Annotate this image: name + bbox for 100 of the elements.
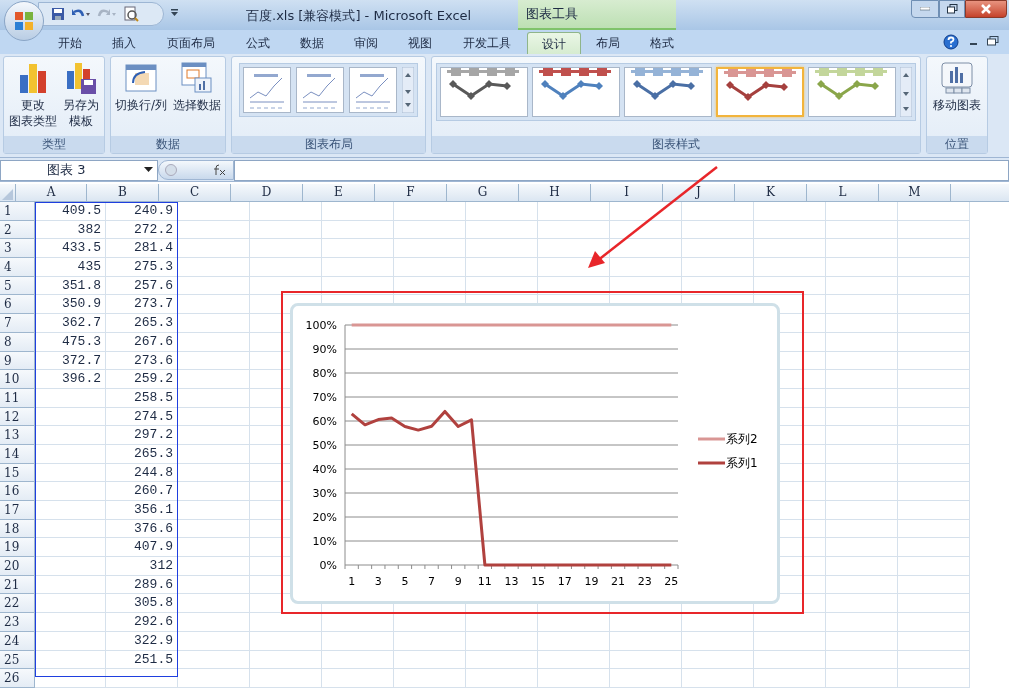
- ribbon-button[interactable]: 移动图表: [932, 59, 982, 113]
- group-label: 图表样式: [432, 136, 920, 153]
- table-cell: [466, 613, 538, 632]
- table-cell: 273.6: [106, 351, 178, 371]
- column-header[interactable]: F: [375, 184, 447, 201]
- y-axis-label: 60%: [312, 415, 337, 428]
- ribbon-tab[interactable]: 公式: [231, 32, 285, 54]
- table-cell: [826, 631, 898, 651]
- table-cell: [610, 258, 682, 277]
- row-header[interactable]: 20: [0, 557, 35, 576]
- ribbon-button[interactable]: 更改 图表类型: [8, 59, 58, 129]
- table-cell: [898, 426, 970, 445]
- table-cell: [754, 650, 826, 670]
- table-cell: [826, 501, 898, 520]
- close-button[interactable]: [965, 0, 1007, 18]
- chart-style-thumbnail[interactable]: [532, 67, 620, 117]
- table-cell: [35, 388, 106, 408]
- table-cell: [35, 519, 106, 539]
- chart-layout-thumbnail[interactable]: [296, 67, 344, 113]
- help-icon[interactable]: [943, 34, 959, 50]
- column-header[interactable]: H: [519, 184, 591, 201]
- table-cell: 272.2: [106, 220, 178, 240]
- legend-bar-drawing: [447, 68, 519, 76]
- column-header[interactable]: M: [879, 184, 951, 201]
- table-cell: [35, 557, 106, 576]
- row-header[interactable]: 1: [0, 202, 35, 221]
- column-header[interactable]: K: [735, 184, 807, 201]
- gallery-scroll[interactable]: [402, 67, 414, 113]
- row-header[interactable]: 17: [0, 501, 35, 520]
- row-header[interactable]: 23: [0, 613, 35, 632]
- chart-area[interactable]: 0% 10% 20% 30% 40% 50% 60% 70% 80% 90% 100% 1 3 5 7 9 11 13 15 17 19 21 23 25 系列2 系列1: [290, 303, 780, 604]
- ribbon-button[interactable]: 另存为 模板: [62, 59, 100, 129]
- table-cell: 267.6: [106, 332, 178, 352]
- restore-window-icon[interactable]: [987, 36, 999, 46]
- ribbon-button[interactable]: 切换行/列: [113, 59, 168, 113]
- column-header[interactable]: G: [447, 184, 519, 201]
- column-header[interactable]: B: [87, 184, 159, 201]
- chart-style-thumbnail[interactable]: [440, 67, 528, 117]
- column-header[interactable]: L: [807, 184, 879, 201]
- gallery-scroll[interactable]: [900, 67, 912, 117]
- print-preview-icon[interactable]: [123, 6, 139, 22]
- table-cell: [898, 557, 970, 576]
- table-cell: 265.3: [106, 314, 178, 333]
- ribbon-tab[interactable]: 开发工具: [447, 32, 527, 54]
- table-cell: [826, 463, 898, 483]
- legend-bar-drawing: [815, 68, 887, 76]
- column-header[interactable]: D: [231, 184, 303, 201]
- column-header[interactable]: I: [591, 184, 663, 201]
- ribbon-button[interactable]: 选择数据: [172, 59, 222, 113]
- table-cell: [826, 258, 898, 277]
- chart-layout-thumbnail[interactable]: [349, 67, 397, 113]
- table-cell: 475.3: [35, 332, 106, 352]
- chart-layout-thumbnail[interactable]: [243, 67, 291, 113]
- table-cell: [538, 613, 610, 632]
- column-header[interactable]: E: [303, 184, 375, 201]
- ribbon-tab[interactable]: 页面布局: [151, 32, 231, 54]
- row-header[interactable]: 16: [0, 482, 35, 501]
- ribbon-tab[interactable]: 审阅: [339, 32, 393, 54]
- row-header[interactable]: 26: [0, 669, 35, 688]
- ribbon-tab[interactable]: 视图: [393, 32, 447, 54]
- chart-style-thumbnail[interactable]: [808, 67, 896, 117]
- column-header[interactable]: A: [16, 184, 87, 201]
- column-header[interactable]: C: [159, 184, 231, 201]
- column-header[interactable]: J: [663, 184, 735, 201]
- chart-style-thumbnail[interactable]: [624, 67, 712, 117]
- table-cell: [538, 669, 610, 688]
- table-cell: [826, 351, 898, 371]
- x-axis-label: 11: [477, 575, 492, 588]
- row-header[interactable]: 3: [0, 239, 35, 259]
- table-cell: [898, 220, 970, 240]
- table-cell: [826, 538, 898, 558]
- ribbon-tab[interactable]: 布局: [581, 32, 635, 54]
- y-axis-label: 90%: [312, 343, 337, 356]
- customize-toolbar-icon[interactable]: [170, 8, 179, 17]
- insert-function-icon[interactable]: [213, 164, 227, 176]
- formula-input-field[interactable]: [234, 159, 1009, 181]
- table-cell: [35, 613, 106, 632]
- ribbon-tab[interactable]: 开始: [43, 32, 97, 54]
- row-header[interactable]: 7: [0, 314, 35, 333]
- table-cell: [394, 650, 466, 670]
- table-cell: 273.7: [106, 295, 178, 315]
- table-cell: [898, 276, 970, 296]
- row-header[interactable]: 6: [0, 295, 35, 315]
- ribbon-tab[interactable]: 数据: [285, 32, 339, 54]
- save-icon[interactable]: [51, 7, 65, 21]
- restore-button[interactable]: [939, 0, 965, 18]
- row-header[interactable]: 4: [0, 258, 35, 277]
- y-axis-label: 50%: [312, 439, 337, 452]
- chart-style-thumbnail[interactable]: [716, 67, 804, 117]
- table-cell: [898, 519, 970, 539]
- name-box[interactable]: 图表 3: [0, 159, 158, 181]
- row-header[interactable]: 10: [0, 370, 35, 389]
- ribbon-tab[interactable]: 插入: [97, 32, 151, 54]
- dropdown-arrow-icon[interactable]: [144, 167, 153, 173]
- ribbon-tab[interactable]: 设计: [527, 32, 581, 54]
- row-header[interactable]: 22: [0, 594, 35, 614]
- row-header[interactable]: 19: [0, 538, 35, 558]
- table-cell: [826, 407, 898, 427]
- ribbon-tab[interactable]: 格式: [635, 32, 689, 54]
- row-header[interactable]: 13: [0, 426, 35, 445]
